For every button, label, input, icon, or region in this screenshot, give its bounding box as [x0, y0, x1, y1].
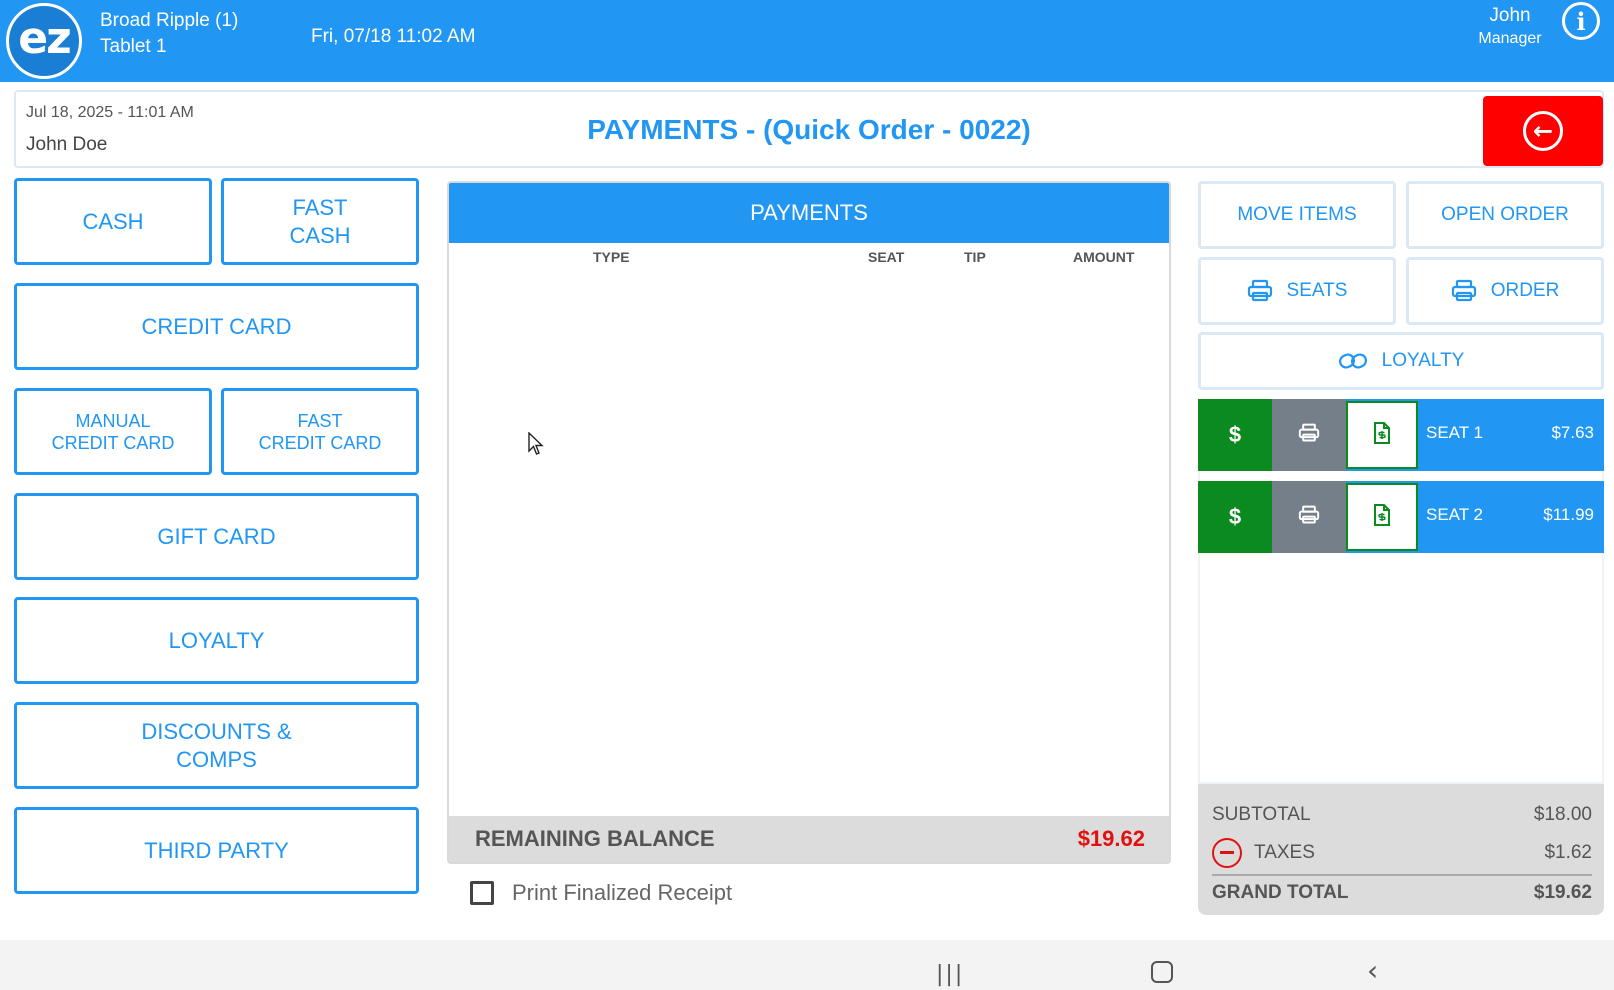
manual-credit-card-button[interactable]: MANUAL CREDIT CARD [14, 388, 212, 475]
dollar-icon: $ [1228, 422, 1242, 447]
gift-card-button[interactable]: GIFT CARD [14, 493, 419, 580]
mouse-cursor-icon [528, 431, 544, 461]
remaining-balance-bar: REMAINING BALANCE $19.62 [449, 816, 1169, 862]
seat-pay-button[interactable]: $ [1198, 399, 1272, 471]
printer-icon [1298, 505, 1320, 530]
user-name: John [1489, 5, 1531, 26]
discounts-label-2: COMPS [176, 746, 257, 772]
loyalty-link-label: LOYALTY [1381, 350, 1465, 371]
fast-cc-label-2: CREDIT CARD [258, 432, 382, 453]
manual-cc-label-1: MANUAL [75, 410, 151, 431]
print-seats-label: SEATS [1286, 280, 1348, 301]
seat-receipt-button[interactable] [1346, 401, 1418, 469]
discounts-comps-button[interactable]: DISCOUNTS & COMPS [14, 702, 419, 789]
system-nav-bar: ||| ‹ [0, 940, 1614, 990]
move-items-button[interactable]: MOVE ITEMS [1198, 181, 1396, 249]
seat-print-button[interactable] [1272, 481, 1346, 553]
print-seats-button[interactable]: SEATS [1198, 257, 1396, 325]
device-name: Tablet 1 [100, 36, 167, 57]
third-party-button[interactable]: THIRD PARTY [14, 807, 419, 894]
cash-button[interactable]: CASH [14, 178, 212, 265]
store-info: Broad Ripple (1) Tablet 1 [100, 8, 238, 60]
store-name: Broad Ripple (1) [100, 10, 239, 31]
fast-cash-button[interactable]: FAST CASH [221, 178, 419, 265]
remove-tax-icon[interactable] [1212, 838, 1242, 868]
loyalty-link-button[interactable]: LOYALTY [1198, 332, 1604, 390]
seat-pay-button[interactable]: $ [1198, 481, 1272, 553]
dollar-icon: $ [1228, 504, 1242, 529]
fast-cash-label-1: FAST [292, 194, 348, 220]
fast-cash-label-2: CASH [289, 222, 351, 248]
taxes-row: TAXES $1.62 [1212, 838, 1592, 868]
user-role: Manager [1478, 30, 1542, 47]
seat-row[interactable]: $ SEAT 2 $11.99 [1198, 481, 1604, 553]
order-totals: SUBTOTAL $18.00 TAXES $1.62 GRAND TOTAL … [1198, 784, 1604, 915]
subtotal-row: SUBTOTAL $18.00 [1212, 804, 1592, 826]
back-arrow-icon: ← [1523, 111, 1563, 151]
third-party-label: THIRD PARTY [144, 837, 289, 863]
print-order-label: ORDER [1490, 280, 1560, 301]
printer-icon [1298, 423, 1320, 448]
seat-name: SEAT 2 [1426, 505, 1484, 524]
link-icon [1338, 350, 1368, 372]
taxes-label: TAXES [1254, 842, 1315, 864]
column-header-type: TYPE [593, 249, 630, 265]
receipt-document-icon [1373, 421, 1391, 449]
page-title: PAYMENTS - (Quick Order - 0022) [587, 114, 1031, 145]
top-bar: ez Broad Ripple (1) Tablet 1 Fri, 07/18 … [0, 0, 1614, 82]
column-header-amount: AMOUNT [1073, 249, 1135, 265]
grand-total-value: $19.62 [1533, 882, 1592, 903]
seat-row[interactable]: $ SEAT 1 $7.63 [1198, 399, 1604, 471]
print-finalized-receipt[interactable]: Print Finalized Receipt [470, 880, 732, 906]
taxes-value: $1.62 [1544, 842, 1592, 863]
credit-card-label: CREDIT CARD [141, 313, 292, 339]
printer-icon [1451, 279, 1477, 303]
move-items-label: MOVE ITEMS [1237, 204, 1357, 225]
grand-total-label: GRAND TOTAL [1212, 882, 1349, 903]
totals-divider [1212, 874, 1592, 876]
print-receipt-checkbox[interactable] [470, 881, 494, 905]
gift-card-label: GIFT CARD [157, 523, 276, 549]
print-receipt-label: Print Finalized Receipt [512, 880, 733, 905]
seat-name: SEAT 1 [1426, 423, 1484, 442]
open-order-label: OPEN ORDER [1441, 204, 1569, 225]
fast-cc-label-1: FAST [297, 410, 343, 431]
receipt-document-icon [1373, 503, 1391, 531]
logo-text: ez [18, 12, 71, 64]
loyalty-payment-label: LOYALTY [168, 627, 265, 653]
seat-print-button[interactable] [1272, 399, 1346, 471]
seat-amount: $11.99 [1543, 505, 1594, 524]
ez-logo: ez [6, 3, 82, 79]
fast-credit-card-button[interactable]: FAST CREDIT CARD [221, 388, 419, 475]
payments-header: PAYMENTS [449, 183, 1169, 243]
column-header-seat: SEAT [868, 249, 905, 265]
seat-amount: $7.63 [1551, 423, 1594, 442]
subtotal-value: $18.00 [1533, 804, 1592, 825]
info-icon[interactable]: i [1562, 2, 1600, 40]
print-order-button[interactable]: ORDER [1406, 257, 1604, 325]
grand-total-row: GRAND TOTAL $19.62 [1212, 882, 1592, 904]
open-order-button[interactable]: OPEN ORDER [1406, 181, 1604, 249]
subtotal-label: SUBTOTAL [1212, 804, 1311, 825]
column-header-tip: TIP [964, 249, 986, 265]
discounts-label-1: DISCOUNTS & [141, 718, 292, 744]
credit-card-button[interactable]: CREDIT CARD [14, 283, 419, 370]
manual-cc-label-2: CREDIT CARD [51, 432, 175, 453]
cash-label: CASH [82, 208, 144, 234]
recent-apps-icon[interactable]: ||| [936, 962, 964, 987]
home-icon[interactable] [1151, 961, 1173, 983]
back-button[interactable]: ← [1483, 96, 1603, 166]
order-header: Jul 18, 2025 - 11:01 AM John Doe PAYMENT… [14, 90, 1604, 168]
user-info[interactable]: John Manager [1460, 4, 1560, 50]
current-datetime: Fri, 07/18 11:02 AM [311, 26, 476, 47]
nav-back-icon[interactable]: ‹ [1367, 954, 1378, 987]
remaining-balance-value: $19.62 [1077, 826, 1145, 851]
remaining-balance-label: REMAINING BALANCE [475, 826, 715, 851]
seat-receipt-button[interactable] [1346, 483, 1418, 551]
printer-icon [1247, 279, 1273, 303]
payments-panel: PAYMENTS TYPE SEAT TIP AMOUNT REMAINING … [447, 181, 1171, 864]
loyalty-payment-button[interactable]: LOYALTY [14, 597, 419, 684]
